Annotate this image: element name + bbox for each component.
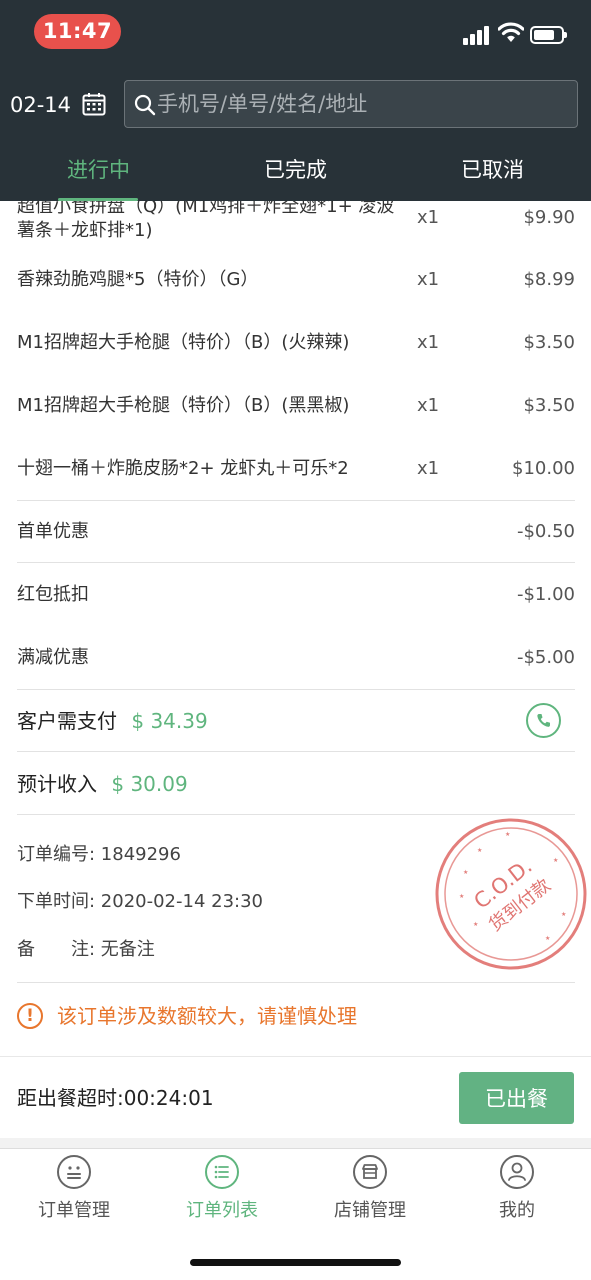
list-icon [205,1155,239,1189]
item-name: 香辣劲脆鸡腿*5（特价）（G） [17,269,259,290]
customer-pay-amount: $ 34.39 [131,709,208,733]
discount-row: 满减优惠 -$5.00 [17,646,575,670]
tab-label: 已完成 [264,158,327,182]
wifi-icon [498,22,524,42]
tab-completed[interactable]: 已完成 [197,145,394,201]
svg-text:★: ★ [477,847,482,854]
expected-income-amount: $ 30.09 [111,772,188,796]
status-bar: 11:47 [0,0,591,64]
expected-income-label: 预计收入 [17,772,97,796]
nav-label: 我的 [499,1200,535,1221]
alert-icon: ! [17,1003,43,1029]
expected-income-row: 预计收入 $ 30.09 [17,769,575,799]
divider [17,982,575,983]
item-name: M1招牌超大手枪腿（特价）（B）(火辣辣) [17,332,350,353]
svg-text:★: ★ [545,935,550,942]
search-box[interactable] [124,80,578,128]
divider [17,814,575,815]
item-qty: x1 [417,207,440,228]
warning-banner: ! 该订单涉及数额较大，请谨慎处理 [17,1002,575,1030]
discount-label: 红包抵扣 [17,584,89,605]
search-row: 02-14 [0,80,591,130]
status-time: 11:47 [34,14,121,49]
item-qty: x1 [417,332,440,353]
order-number: 订单编号: 1849296 [17,844,181,865]
nav-store-management[interactable]: 店铺管理 [296,1155,444,1235]
nav-order-management[interactable]: 订单管理 [0,1155,148,1235]
order-time: 下单时间: 2020-02-14 23:30 [17,891,263,912]
battery-icon [530,26,567,44]
divider [17,751,575,752]
nav-label: 店铺管理 [334,1200,406,1221]
user-icon [500,1155,534,1189]
nav-label: 订单管理 [38,1200,110,1221]
svg-text:★: ★ [473,921,478,928]
item-name: 超值小食拼盘（Q）(M1鸡排＋炸全翅*1+ 凌波薯条＋龙虾排*1) [17,196,395,241]
call-customer-button[interactable] [526,703,561,738]
divider [17,689,575,690]
customer-pay-label: 客户需支付 [17,709,117,733]
home-indicator [190,1259,401,1266]
svg-text:★: ★ [463,869,468,876]
tab-cancelled[interactable]: 已取消 [394,145,591,201]
warning-text: 该订单涉及数额较大，请谨慎处理 [57,1004,357,1028]
phone-icon [537,714,550,727]
item-qty: x1 [417,458,440,479]
search-input[interactable] [157,81,567,127]
status-tabs: 进行中 已完成 已取消 [0,145,591,201]
serve-countdown: 距出餐超时:00:24:01 [17,1086,214,1110]
calendar-icon[interactable] [82,92,106,116]
nav-order-list[interactable]: 订单列表 [148,1155,296,1235]
item-price: $10.00 [512,458,575,479]
discount-value: -$5.00 [516,647,575,668]
discount-label: 满减优惠 [17,647,89,668]
nav-label: 订单列表 [186,1200,258,1221]
app-header: 11:47 02-14 手机号/单号/姓名/地址 进行中 已完成 已取消 [0,0,591,201]
svg-text:★: ★ [553,857,558,864]
tab-underline [58,198,138,201]
tab-label: 已取消 [461,158,524,182]
served-button[interactable]: 已出餐 [459,1072,574,1124]
svg-text:★: ★ [459,893,464,900]
search-icon [134,94,156,116]
emoji-icon [57,1155,91,1189]
divider [17,562,575,563]
item-name: 十翅一桶＋炸脆皮肠*2+ 龙虾丸＋可乐*2 [17,458,349,479]
item-price: $3.50 [523,332,575,353]
item-qty: x1 [417,395,440,416]
tab-label: 进行中 [67,158,130,182]
discount-row: 首单优惠 -$0.50 [17,520,575,544]
store-icon [353,1155,387,1189]
tab-in-progress[interactable]: 进行中 [0,145,197,201]
discount-value: -$1.00 [516,584,575,605]
svg-text:★: ★ [505,831,510,838]
item-price: $9.90 [523,207,575,228]
nav-mine[interactable]: 我的 [443,1155,591,1235]
order-remark: 备 注: 无备注 [17,939,155,960]
item-name: M1招牌超大手枪腿（特价）（B）(黑黑椒) [17,395,350,416]
item-qty: x1 [417,269,440,290]
item-price: $3.50 [523,395,575,416]
cod-stamp: ★ ★ ★ ★ ★ ★ ★ ★ C.O.D. 货到付款 [435,818,587,970]
customer-pay-row: 客户需支付 $ 34.39 [17,706,575,736]
signal-icon [463,25,491,45]
item-price: $8.99 [523,269,575,290]
discount-label: 首单优惠 [17,521,89,542]
section-gap [0,1138,591,1148]
discount-value: -$0.50 [516,521,575,542]
svg-text:★: ★ [561,911,566,918]
divider [17,500,575,501]
timer-row: 距出餐超时:00:24:01 已出餐 [0,1057,591,1138]
discount-row: 红包抵扣 -$1.00 [17,583,575,607]
date-filter[interactable]: 02-14 [10,90,71,120]
